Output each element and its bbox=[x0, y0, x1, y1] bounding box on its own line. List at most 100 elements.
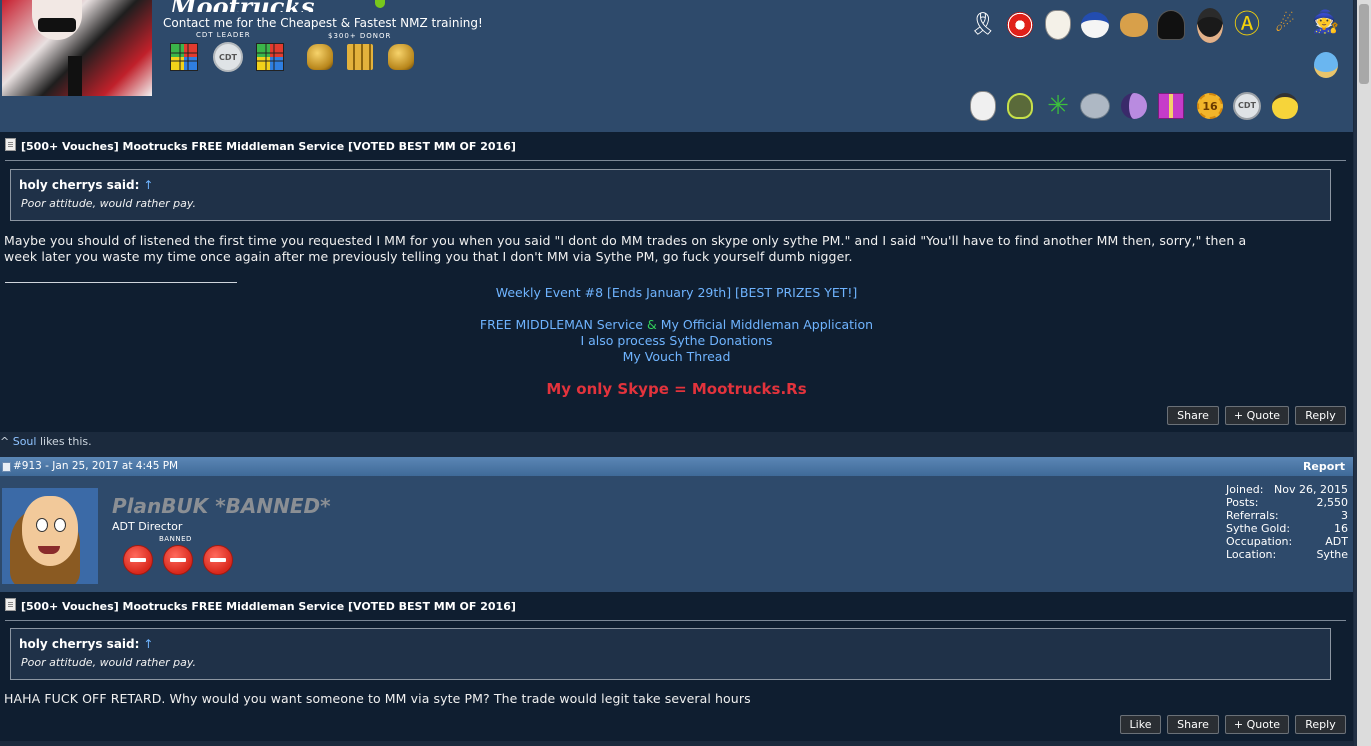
quote-text: Poor attitude, would rather pay. bbox=[21, 197, 197, 210]
no-entry-icon bbox=[123, 545, 153, 575]
avatar-tie bbox=[68, 56, 82, 96]
scrollbar[interactable] bbox=[1357, 0, 1371, 746]
thread-title-text: [500+ Vouches] Mootrucks FREE Middleman … bbox=[21, 600, 516, 613]
message-body: Maybe you should of listened the first t… bbox=[4, 233, 1246, 265]
avatar-eye bbox=[36, 518, 48, 532]
sig-vouch-link[interactable]: My Vouch Thread bbox=[0, 349, 1353, 364]
quote-author: holy cherrys said: ↑ bbox=[19, 178, 154, 192]
squirtle-icon bbox=[1311, 50, 1341, 80]
like-button[interactable]: Like bbox=[1120, 715, 1161, 734]
stat-referrals: Referrals: 3 bbox=[1226, 509, 1348, 522]
no-entry-icon bbox=[203, 545, 233, 575]
scrollbar-thumb[interactable] bbox=[1359, 4, 1369, 84]
sig-amp: & bbox=[646, 317, 657, 332]
wojak-icon bbox=[968, 91, 998, 121]
post2-message: [500+ Vouches] Mootrucks FREE Middleman … bbox=[0, 592, 1353, 741]
username[interactable]: PlanBUK *BANNED* bbox=[112, 494, 331, 518]
likes-summary: ^ Soul likes this. bbox=[0, 435, 92, 448]
post-header: #913 - Jan 25, 2017 at 4:45 PM Report bbox=[0, 457, 1353, 476]
reply-button[interactable]: Reply bbox=[1295, 406, 1346, 425]
sig-mm-application-link[interactable]: My Official Middleman Application bbox=[661, 317, 873, 332]
pony-icon bbox=[1119, 91, 1149, 121]
poker-chip-icon bbox=[1005, 10, 1035, 40]
avatar[interactable] bbox=[2, 488, 98, 584]
share-button[interactable]: Share bbox=[1167, 715, 1219, 734]
duck-icon bbox=[1080, 10, 1110, 40]
likes-prefix: ^ bbox=[0, 435, 13, 448]
quote-button[interactable]: + Quote bbox=[1225, 715, 1289, 734]
quote-link-arrow-icon[interactable]: ↑ bbox=[143, 637, 153, 651]
user-title-banner: Mootrucks bbox=[170, 0, 370, 12]
online-indicator bbox=[375, 0, 385, 8]
divider bbox=[5, 160, 1346, 161]
post1-userinfo: Mootrucks Contact me for the Cheapest & … bbox=[0, 0, 1353, 132]
user-tagline: Contact me for the Cheapest & Fastest NM… bbox=[163, 16, 483, 30]
stat-gold: Sythe Gold: 16 bbox=[1226, 522, 1348, 535]
message-line: week later you waste my time once again … bbox=[4, 249, 853, 264]
avatar[interactable] bbox=[2, 0, 152, 96]
wizard-icon: 🧙 bbox=[1312, 10, 1340, 35]
quote-link-arrow-icon[interactable]: ↑ bbox=[143, 178, 153, 192]
reply-button[interactable]: Reply bbox=[1295, 715, 1346, 734]
avatar-eye bbox=[54, 518, 66, 532]
document-icon bbox=[5, 598, 16, 611]
quote-author: holy cherrys said: ↑ bbox=[19, 637, 154, 651]
sig-skype: My only Skype = Mootrucks.Rs bbox=[546, 380, 807, 398]
sig-middleman-line: FREE MIDDLEMAN Service & My Official Mid… bbox=[0, 317, 1353, 332]
no-entry-icon bbox=[163, 545, 193, 575]
gold-bars-icon bbox=[347, 44, 373, 70]
report-link[interactable]: Report bbox=[1303, 460, 1345, 473]
thread-title[interactable]: [500+ Vouches] Mootrucks FREE Middleman … bbox=[5, 138, 516, 153]
avatar-face bbox=[22, 496, 78, 566]
ninja-icon bbox=[1195, 7, 1225, 43]
thread-title-text: [500+ Vouches] Mootrucks FREE Middleman … bbox=[21, 140, 516, 153]
rubiks-cube-icon bbox=[170, 43, 198, 71]
ribbon-icon: 🎗 bbox=[969, 12, 997, 37]
post-permalink-icon bbox=[2, 462, 11, 472]
share-button[interactable]: Share bbox=[1167, 406, 1219, 425]
cdt-label: CDT bbox=[1233, 92, 1261, 120]
sixteen-label: 16 bbox=[1197, 93, 1223, 119]
alien-icon bbox=[1005, 91, 1035, 121]
message-line: Maybe you should of listened the first t… bbox=[4, 233, 1247, 248]
sig-mm-service-link[interactable]: FREE MIDDLEMAN Service bbox=[480, 317, 643, 332]
rocket-2016-icon: ☄ bbox=[1275, 12, 1295, 37]
stat-joined: Joined: Nov 26, 2015 bbox=[1226, 483, 1348, 496]
quote-text: Poor attitude, would rather pay. bbox=[21, 656, 197, 669]
quote-block: holy cherrys said: ↑ Poor attitude, would… bbox=[10, 169, 1331, 221]
post-number-date[interactable]: #913 - Jan 25, 2017 at 4:45 PM bbox=[13, 460, 178, 472]
gift-icon bbox=[1156, 91, 1186, 121]
user-rank: ADT Director bbox=[112, 520, 183, 533]
anarchy-icon: Ⓐ bbox=[1233, 10, 1260, 40]
rubiks-cube-icon bbox=[256, 43, 284, 71]
hedgehog-icon bbox=[1080, 91, 1110, 121]
document-icon bbox=[5, 138, 16, 151]
leaf-icon: ✳ bbox=[1047, 91, 1069, 121]
stat-location: Location: Sythe bbox=[1226, 548, 1348, 561]
banned-caption: BANNED bbox=[159, 535, 192, 543]
quote-button[interactable]: + Quote bbox=[1225, 406, 1289, 425]
cdt-leader-caption: CDT LEADER bbox=[196, 31, 251, 39]
stat-occupation: Occupation: ADT bbox=[1226, 535, 1348, 548]
message-body: HAHA FUCK OFF RETARD. Why would you want… bbox=[4, 691, 751, 706]
donor-caption: $300+ DONOR bbox=[328, 32, 392, 40]
liker-link[interactable]: Soul bbox=[13, 435, 37, 448]
sig-donations-link[interactable]: I also process Sythe Donations bbox=[0, 333, 1353, 348]
user-stats: Joined: Nov 26, 2015 Posts: 2,550 Referral… bbox=[1226, 483, 1348, 561]
pepe-icon bbox=[1119, 10, 1149, 40]
pikachu-icon bbox=[1270, 91, 1300, 121]
darth-vader-icon bbox=[1156, 10, 1186, 40]
thread-title[interactable]: [500+ Vouches] Mootrucks FREE Middleman … bbox=[5, 598, 516, 613]
cdt-badge-icon: CDT bbox=[1232, 91, 1262, 121]
sixteen-badge-icon: 16 bbox=[1195, 91, 1225, 121]
likes-suffix: likes this. bbox=[36, 435, 92, 448]
signature-divider bbox=[5, 282, 237, 283]
divider bbox=[5, 620, 1346, 621]
post1-message: [500+ Vouches] Mootrucks FREE Middleman … bbox=[0, 132, 1353, 432]
avatar-mask bbox=[38, 18, 76, 32]
sig-event-link[interactable]: Weekly Event #8 [Ends January 29th] [BES… bbox=[0, 285, 1353, 300]
cdt-badge-icon: CDT bbox=[213, 42, 243, 72]
gold-coin-icon bbox=[307, 44, 333, 70]
stat-posts: Posts: 2,550 bbox=[1226, 496, 1348, 509]
quote-block: holy cherrys said: ↑ Poor attitude, would… bbox=[10, 628, 1331, 680]
